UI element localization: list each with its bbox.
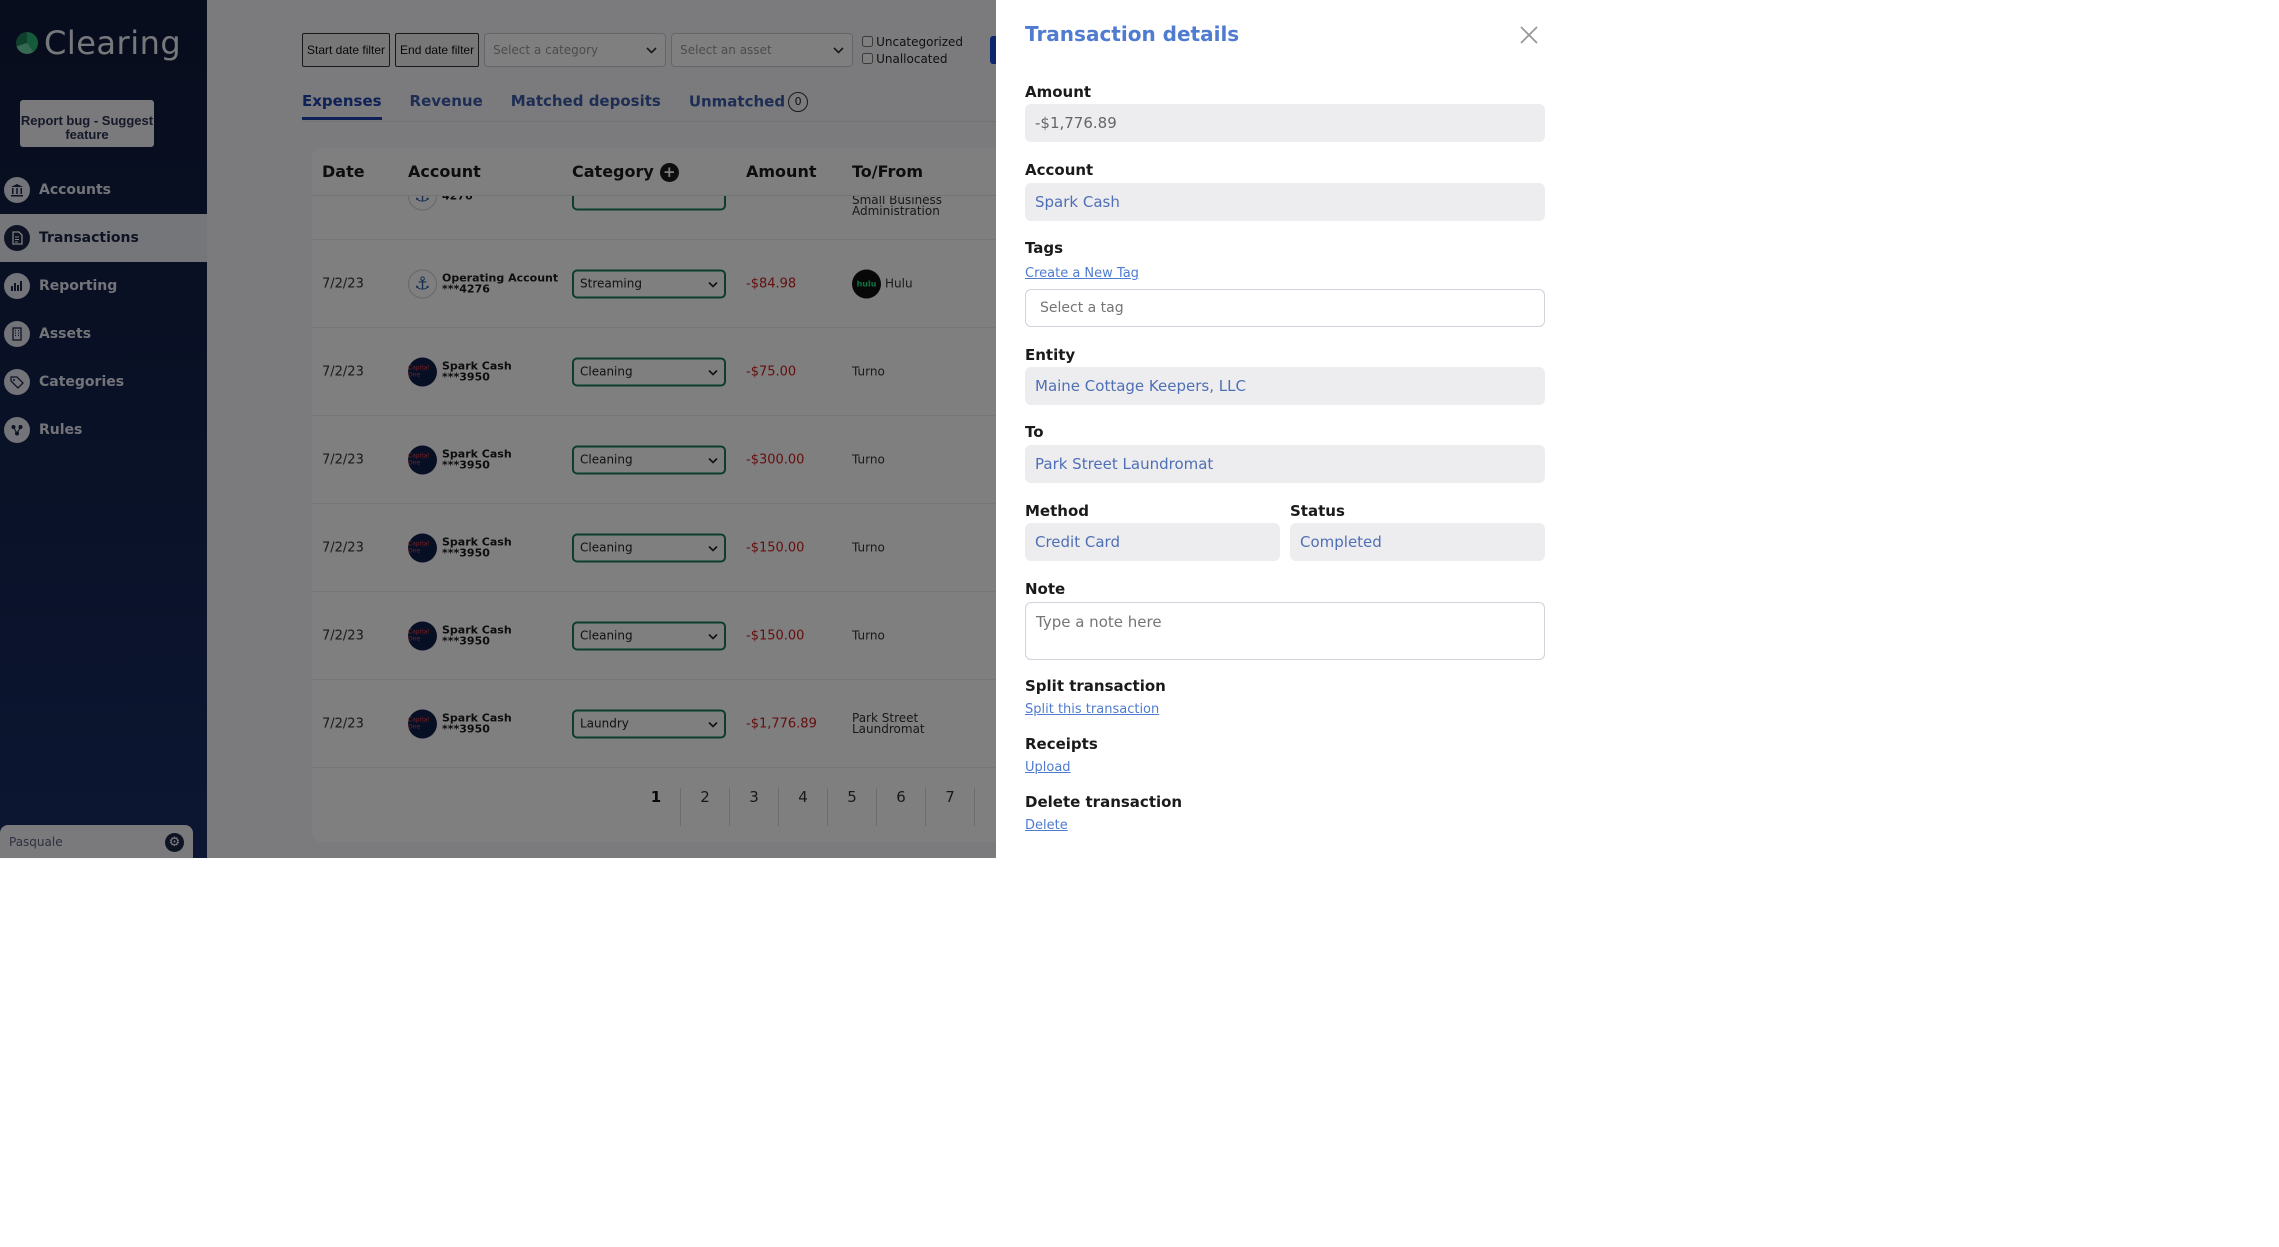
status-label: Status	[1290, 502, 1345, 520]
panel-title: Transaction details	[1025, 22, 1240, 46]
amount-field: -$1,776.89	[1025, 104, 1545, 142]
status-field: Completed	[1290, 523, 1545, 561]
note-label: Note	[1025, 580, 1066, 598]
note-textarea[interactable]	[1025, 602, 1545, 660]
tags-label: Tags	[1025, 239, 1064, 257]
create-tag-link[interactable]: Create a New Tag	[1025, 266, 1139, 281]
account-label: Account	[1025, 161, 1094, 179]
method-label: Method	[1025, 502, 1089, 520]
delete-label: Delete transaction	[1025, 793, 1183, 811]
entity-label: Entity	[1025, 346, 1076, 364]
upload-receipt-link[interactable]: Upload	[1025, 760, 1071, 775]
delete-transaction-link[interactable]: Delete	[1025, 818, 1068, 833]
entity-field: Maine Cottage Keepers, LLC	[1025, 367, 1545, 405]
modal-backdrop[interactable]	[0, 0, 996, 858]
transaction-details-panel: Transaction details Amount -$1,776.89 Ac…	[996, 0, 1568, 858]
tag-select[interactable]	[1025, 289, 1545, 327]
to-field: Park Street Laundromat	[1025, 445, 1545, 483]
to-label: To	[1025, 423, 1044, 441]
split-transaction-link[interactable]: Split this transaction	[1025, 702, 1159, 717]
account-field: Spark Cash	[1025, 183, 1545, 221]
close-icon[interactable]	[1518, 24, 1540, 46]
method-field: Credit Card	[1025, 523, 1280, 561]
split-label: Split transaction	[1025, 677, 1166, 695]
receipts-label: Receipts	[1025, 735, 1098, 753]
amount-label: Amount	[1025, 83, 1092, 101]
